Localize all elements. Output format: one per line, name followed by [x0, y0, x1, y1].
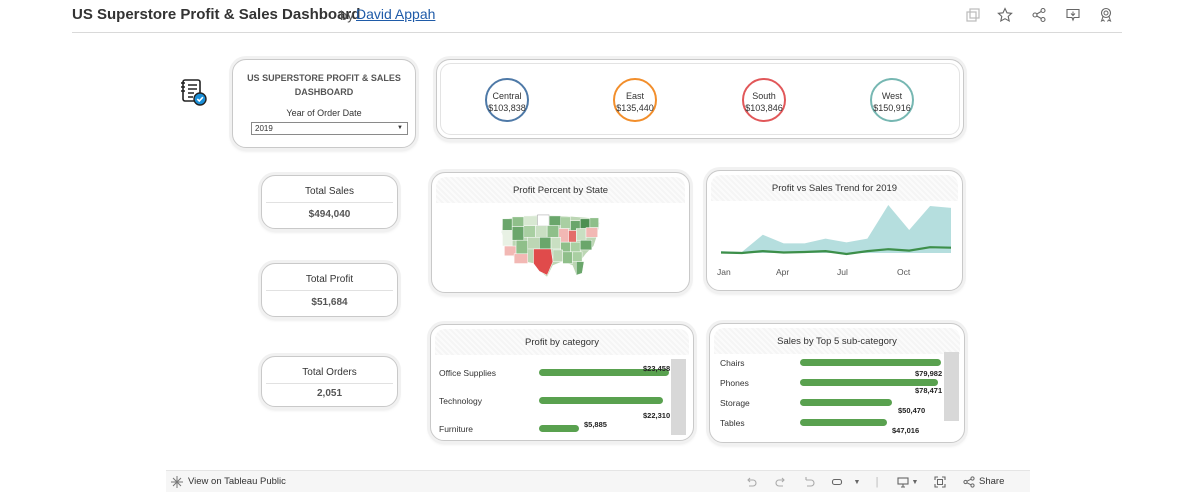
author-link[interactable]: David Appah: [356, 6, 435, 22]
region-value: $103,838: [488, 103, 526, 113]
profit-category-card: Profit by category Office Supplies $23,4…: [430, 324, 694, 441]
total-profit-value: $51,684: [311, 297, 348, 308]
trend-chart-card: Profit vs Sales Trend for 2019 Jan Apr J…: [706, 170, 963, 291]
total-orders-label: Total Orders: [302, 367, 357, 378]
region-east[interactable]: East $135,440: [613, 78, 657, 122]
revert-icon[interactable]: [802, 475, 816, 489]
category-value: $22,310: [643, 411, 671, 420]
share-button[interactable]: Share: [979, 476, 1004, 487]
subcategory-value: $47,016: [892, 426, 920, 435]
subcategory-label: Tables: [720, 418, 745, 428]
region-south[interactable]: South $103,846: [742, 78, 786, 122]
copy-icon[interactable]: [964, 6, 982, 24]
region-name: Central: [492, 91, 522, 101]
region-name: East: [625, 91, 644, 101]
subcategory-value: $79,982: [915, 369, 943, 378]
region-value: $150,916: [873, 103, 911, 113]
chevron-down-icon[interactable]: ▼: [908, 475, 922, 489]
share-network-icon[interactable]: [1030, 6, 1048, 24]
category-label: Office Supplies: [439, 368, 497, 378]
chevron-down-icon[interactable]: ▼: [850, 475, 864, 489]
total-sales-value: $494,040: [308, 209, 351, 220]
category-value: $5,885: [584, 420, 607, 429]
fullscreen-icon[interactable]: [933, 475, 947, 489]
refresh-icon[interactable]: [830, 475, 844, 489]
subcategory-label: Chairs: [720, 358, 745, 368]
us-state-map[interactable]: [498, 213, 606, 281]
redo-icon[interactable]: [774, 475, 788, 489]
toolbar-divider: |: [875, 476, 879, 488]
map-title: Profit Percent by State: [512, 185, 609, 196]
region-value: $103,846: [745, 103, 783, 113]
subcategory-label: Phones: [720, 378, 749, 388]
subcategory-card: Sales by Top 5 sub-category Chairs $79,9…: [709, 323, 965, 443]
x-tick-jul: Jul: [837, 267, 848, 277]
total-orders-value: 2,051: [316, 388, 343, 399]
subcategory-bar[interactable]: [800, 419, 887, 426]
x-tick-apr: Apr: [776, 267, 790, 277]
favorite-star-icon[interactable]: [996, 6, 1014, 24]
total-profit-card: Total Profit $51,684: [261, 263, 398, 317]
subcategory-bar[interactable]: [800, 359, 941, 366]
bottom-toolbar: View on Tableau Public ▼ | ▼ Share: [166, 470, 1030, 492]
profit-map-card: Profit Percent by State: [431, 172, 690, 293]
region-value: $135,440: [616, 103, 654, 113]
category-label: Technology: [439, 396, 483, 406]
total-profit-label: Total Profit: [305, 274, 354, 285]
scrollbar[interactable]: [944, 352, 959, 421]
total-sales-card: Total Sales $494,040: [261, 175, 398, 229]
year-filter-label: Year of Order Date: [286, 108, 362, 118]
total-orders-card: Total Orders 2,051: [261, 356, 398, 407]
dashboard-subtitle: US SUPERSTORE PROFIT & SALES DASHBOARD: [247, 73, 401, 97]
badge-icon[interactable]: [1097, 6, 1115, 24]
kpi-divider: [266, 383, 393, 384]
region-name: South: [752, 91, 776, 101]
report-icon: [179, 77, 209, 107]
category-bar[interactable]: [539, 397, 663, 404]
regions-card: Central $103,838 East $135,440 South $10…: [436, 59, 964, 139]
x-tick-oct: Oct: [897, 267, 911, 277]
tableau-logo-icon: [170, 475, 184, 489]
region-name: West: [881, 91, 903, 101]
subcategory-value: $50,470: [898, 406, 926, 415]
scrollbar[interactable]: [671, 359, 686, 435]
category-label: Furniture: [439, 424, 474, 434]
comment-icon[interactable]: [1064, 6, 1082, 24]
subcategory-value: $78,471: [915, 386, 943, 395]
chevron-down-icon: ▼: [397, 125, 403, 131]
subcategory-label: Storage: [720, 398, 750, 408]
total-sales-label: Total Sales: [305, 186, 354, 197]
sales-area: [721, 205, 951, 253]
region-central[interactable]: Central $103,838: [485, 78, 529, 122]
dashboard-title: US Superstore Profit & Sales Dashboard: [72, 6, 361, 23]
subcategory-bar[interactable]: [800, 379, 938, 386]
category-title: Profit by category: [525, 337, 599, 348]
title-bar: US Superstore Profit & Sales Dashboard b…: [72, 0, 1122, 33]
year-select[interactable]: 2019 ▼: [251, 122, 408, 135]
year-select-value: 2019: [255, 124, 273, 133]
trend-chart[interactable]: [715, 201, 957, 259]
region-west[interactable]: West $150,916: [870, 78, 914, 122]
x-tick-jan: Jan: [717, 267, 731, 277]
filter-card: US SUPERSTORE PROFIT & SALES DASHBOARD Y…: [232, 59, 416, 148]
subcategory-bar[interactable]: [800, 399, 892, 406]
by-label: by: [340, 8, 354, 23]
view-on-tableau-link[interactable]: View on Tableau Public: [188, 476, 286, 487]
kpi-divider: [266, 202, 393, 203]
subcategory-title: Sales by Top 5 sub-category: [777, 336, 897, 347]
trend-title: Profit vs Sales Trend for 2019: [771, 183, 898, 194]
category-value: $23,458: [643, 364, 671, 373]
kpi-divider: [266, 290, 393, 291]
category-bar[interactable]: [539, 425, 579, 432]
undo-icon[interactable]: [744, 475, 758, 489]
share-icon[interactable]: [962, 475, 976, 489]
